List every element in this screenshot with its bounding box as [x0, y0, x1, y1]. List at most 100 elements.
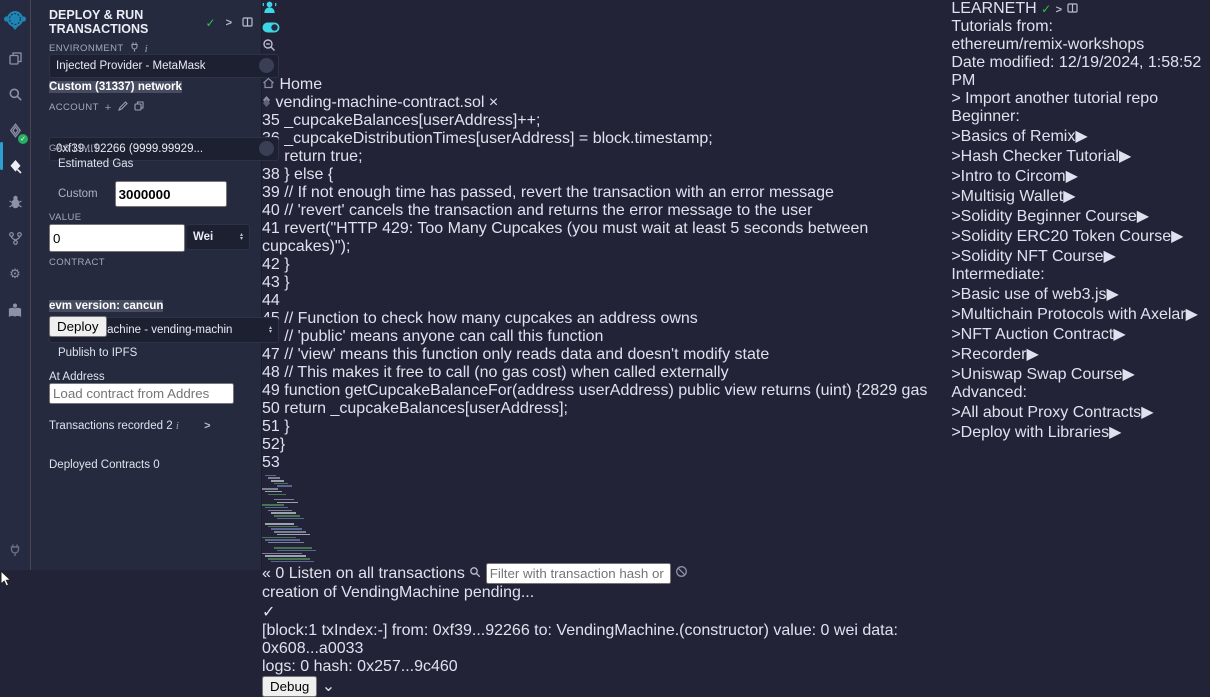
play-tutorial-icon[interactable]: ▶ — [1066, 168, 1078, 185]
deploy-run-icon[interactable] — [0, 148, 30, 184]
settings-icon[interactable]: ⚙ — [0, 256, 30, 292]
tutorial-item[interactable]: >Multichain Protocols with Axelar▶ — [951, 304, 1210, 324]
tutorial-item[interactable]: >Intro to Circom▶ — [951, 166, 1210, 186]
account-select-badge[interactable] — [259, 141, 274, 156]
tutorial-item[interactable]: >Solidity ERC20 Token Course▶ — [951, 226, 1210, 246]
code-line[interactable]: 36 _cupcakeDistributionTimes[userAddress… — [262, 130, 951, 148]
copy-icon[interactable] — [134, 101, 144, 114]
deployed-contracts-row[interactable]: Deployed Contracts 0 — [49, 459, 251, 471]
code-line[interactable]: 38 } else { — [262, 166, 951, 184]
value-input[interactable] — [49, 224, 185, 252]
line-number[interactable]: 42 — [262, 256, 280, 273]
environment-select[interactable]: Injected Provider - MetaMask — [49, 54, 279, 78]
play-tutorial-icon[interactable]: ▶ — [1063, 188, 1075, 205]
code-line[interactable]: 49 function getCupcakeBalanceFor(address… — [262, 382, 951, 400]
code-editor[interactable]: 35 _cupcakeBalances[userAddress]++;36 _c… — [262, 112, 951, 562]
tutorial-item[interactable]: >Deploy with Libraries▶ — [951, 422, 1210, 442]
play-tutorial-icon[interactable]: ▶ — [1104, 248, 1116, 265]
close-icon[interactable]: × — [489, 94, 498, 111]
columns-icon[interactable] — [242, 17, 253, 30]
value-unit-select[interactable]: Wei ▴▾ — [187, 224, 250, 250]
line-number[interactable]: 38 — [262, 166, 280, 183]
home-tab[interactable]: Home — [262, 76, 951, 94]
play-tutorial-icon[interactable]: ▶ — [1113, 326, 1125, 343]
play-tutorial-icon[interactable]: ▶ — [1119, 148, 1131, 165]
code-line[interactable]: 39 // If not enough time has passed, rev… — [262, 184, 951, 202]
play-tutorial-icon[interactable]: ▶ — [1141, 404, 1153, 421]
terminal-filter-input[interactable] — [486, 563, 671, 584]
at-address-input[interactable] — [49, 383, 234, 404]
code-line[interactable]: 37 return true; — [262, 148, 951, 166]
plugin-connector-icon[interactable] — [0, 220, 30, 256]
line-number[interactable]: 53 — [262, 454, 280, 471]
chevron-right-icon[interactable]: > — [1056, 4, 1062, 16]
tutorial-item[interactable]: >Basic use of web3.js▶ — [951, 284, 1210, 304]
info-icon[interactable]: i — [145, 43, 148, 55]
line-number[interactable]: 50 — [262, 400, 280, 417]
collapse-icon[interactable]: « — [262, 565, 271, 582]
debug-button[interactable]: Debug — [262, 676, 317, 697]
line-number[interactable]: 51 — [262, 418, 280, 435]
solidity-compiler-icon[interactable]: ✓ — [0, 112, 30, 148]
search-icon[interactable] — [0, 76, 30, 112]
learneth-icon[interactable] — [0, 292, 30, 328]
code-line[interactable]: 40 // 'revert' cancels the transaction a… — [262, 202, 951, 220]
play-tutorial-icon[interactable]: ▶ — [1109, 424, 1121, 441]
deploy-button[interactable]: Deploy — [49, 316, 107, 337]
code-line[interactable]: 44 — [262, 292, 951, 310]
line-number[interactable]: 48 — [262, 364, 280, 381]
terminal-tx-entry[interactable]: ✓ [block:1 txIndex:-] from: 0xf39...9226… — [262, 602, 951, 697]
code-line[interactable]: 48 // This makes it free to call (no gas… — [262, 364, 951, 382]
tutorial-item[interactable]: >Solidity Beginner Course▶ — [951, 206, 1210, 226]
code-line[interactable]: 45 // Function to check how many cupcake… — [262, 310, 951, 328]
line-number[interactable]: 41 — [262, 220, 280, 237]
code-line[interactable]: 50 return _cupcakeBalances[userAddress]; — [262, 400, 951, 418]
tutorial-item[interactable]: >Hash Checker Tutorial▶ — [951, 146, 1210, 166]
play-tutorial-icon[interactable]: ▶ — [1123, 366, 1135, 383]
zoom-in-icon[interactable] — [262, 57, 951, 76]
tutorial-item[interactable]: >Multisig Wallet▶ — [951, 186, 1210, 206]
script-runner-icon[interactable] — [262, 0, 951, 20]
gas-custom-input[interactable] — [115, 181, 227, 207]
columns-icon[interactable] — [1067, 0, 1078, 17]
code-line[interactable]: 47 // 'view' means this function only re… — [262, 346, 951, 364]
line-number[interactable]: 39 — [262, 184, 280, 201]
minimap[interactable] — [262, 472, 951, 562]
select-arrows-icon[interactable]: ▴▾ — [269, 326, 272, 334]
code-line[interactable]: 52} — [262, 436, 951, 454]
ban-icon[interactable] — [675, 565, 688, 582]
line-number[interactable]: 35 — [262, 112, 280, 129]
code-line[interactable]: 41 revert("HTTP 429: Too Many Cupcakes (… — [262, 220, 951, 256]
info-icon[interactable]: i — [176, 420, 179, 432]
plus-icon[interactable]: + — [105, 102, 112, 114]
code-line[interactable]: 43 } — [262, 274, 951, 292]
play-tutorial-icon[interactable]: ▶ — [1107, 286, 1119, 303]
zoom-out-icon[interactable] — [262, 38, 951, 57]
line-number[interactable]: 43 — [262, 274, 280, 291]
code-line[interactable]: 46 // 'public' means anyone can call thi… — [262, 328, 951, 346]
pencil-icon[interactable] — [118, 101, 128, 114]
line-number[interactable]: 40 — [262, 202, 280, 219]
code-line[interactable]: 53 — [262, 454, 951, 472]
stepper-arrows-icon[interactable]: ▴▾ — [240, 233, 243, 241]
at-address-button[interactable]: At Address — [49, 371, 251, 383]
environment-select-badge[interactable] — [259, 58, 274, 73]
import-tutorial-row[interactable]: > Import another tutorial repo — [951, 90, 1210, 108]
tutorial-item[interactable]: >Basics of Remix▶ — [951, 126, 1210, 146]
line-number[interactable]: 44 — [262, 292, 280, 309]
debugger-icon[interactable] — [0, 184, 30, 220]
play-tutorial-icon[interactable]: ▶ — [1171, 228, 1183, 245]
tab-vending-machine-contract[interactable]: vending-machine-contract.sol × — [262, 94, 951, 112]
line-number[interactable]: 47 — [262, 346, 280, 363]
code-line[interactable]: 35 _cupcakeBalances[userAddress]++; — [262, 112, 951, 130]
tutorial-item[interactable]: >Recorder▶ — [951, 344, 1210, 364]
line-number[interactable]: 52 — [262, 436, 280, 453]
play-tutorial-icon[interactable]: ▶ — [1026, 346, 1038, 363]
remix-logo[interactable] — [0, 0, 30, 40]
code-line[interactable]: 51 } — [262, 418, 951, 436]
toggle-icon[interactable] — [262, 20, 951, 38]
file-explorer-icon[interactable] — [0, 40, 30, 76]
tutorial-item[interactable]: >Uniswap Swap Course▶ — [951, 364, 1210, 384]
play-tutorial-icon[interactable]: ▶ — [1075, 128, 1087, 145]
chevron-right-icon[interactable]: > — [204, 420, 210, 432]
